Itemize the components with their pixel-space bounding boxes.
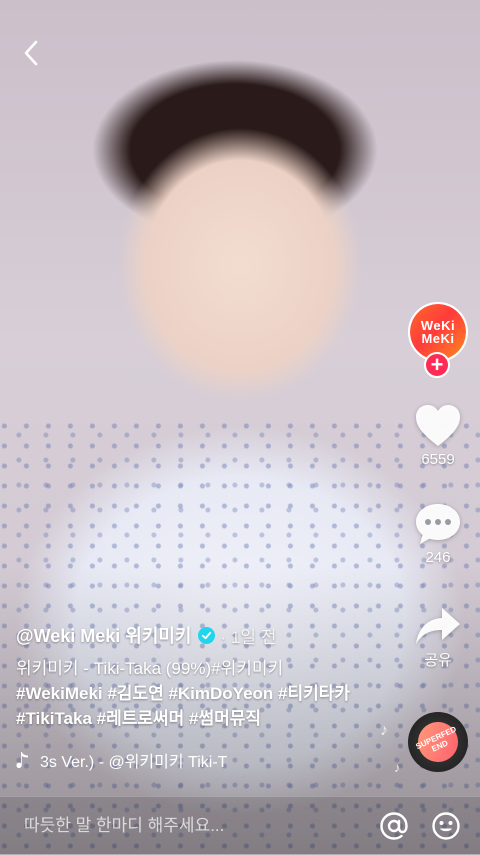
like-button[interactable]: 6559 <box>396 404 480 468</box>
share-label: 공유 <box>424 652 452 669</box>
music-note-icon: ♪ <box>380 722 388 739</box>
back-button[interactable] <box>14 36 48 70</box>
post-time: · 1일 전 <box>220 627 277 647</box>
caption-hashtags[interactable]: #WekiMeki #김도연 #KimDoYeon #티키타카 #TikiTak… <box>16 684 350 728</box>
at-sign-icon <box>380 812 408 840</box>
author-handle[interactable]: @Weki Meki 위키미키 <box>16 622 192 648</box>
smiley-icon <box>432 812 460 840</box>
mention-button[interactable] <box>376 808 412 844</box>
disc-label: SUPERFED END <box>411 715 465 769</box>
video-caption: @Weki Meki 위키미키 · 1일 전 위키미키 - Tiki-Taka … <box>16 622 391 731</box>
like-count: 6559 <box>421 451 455 468</box>
caption-title: 위키미키 - Tiki-Taka (99%)#위키미키 <box>16 659 284 678</box>
share-button[interactable]: 공유 <box>396 606 480 670</box>
music-disc[interactable]: SUPERFED END <box>408 712 468 772</box>
music-note-icon: ♪ <box>394 760 401 775</box>
comment-count: 246 <box>425 549 451 566</box>
speech-bubble-icon <box>416 504 460 544</box>
comment-button[interactable]: 246 <box>396 502 480 566</box>
caption-text: 위키미키 - Tiki-Taka (99%)#위키미키 #WekiMeki #김… <box>16 656 391 731</box>
avatar-logo-line2: MeKi <box>421 331 455 346</box>
music-marquee: 3s Ver.) - @위키미키 Tiki-T <box>40 754 228 771</box>
emoji-button[interactable] <box>428 808 464 844</box>
verified-check-icon <box>197 626 215 644</box>
music-info[interactable]: 3s Ver.) - @위키미키 Tiki-T <box>16 748 276 772</box>
comment-input[interactable] <box>22 815 376 837</box>
music-note-icon <box>16 752 28 768</box>
share-arrow-icon <box>416 608 460 644</box>
chevron-left-icon <box>24 40 38 66</box>
heart-icon <box>416 405 460 446</box>
follow-button[interactable]: + <box>424 352 450 378</box>
comment-bar <box>0 796 480 855</box>
